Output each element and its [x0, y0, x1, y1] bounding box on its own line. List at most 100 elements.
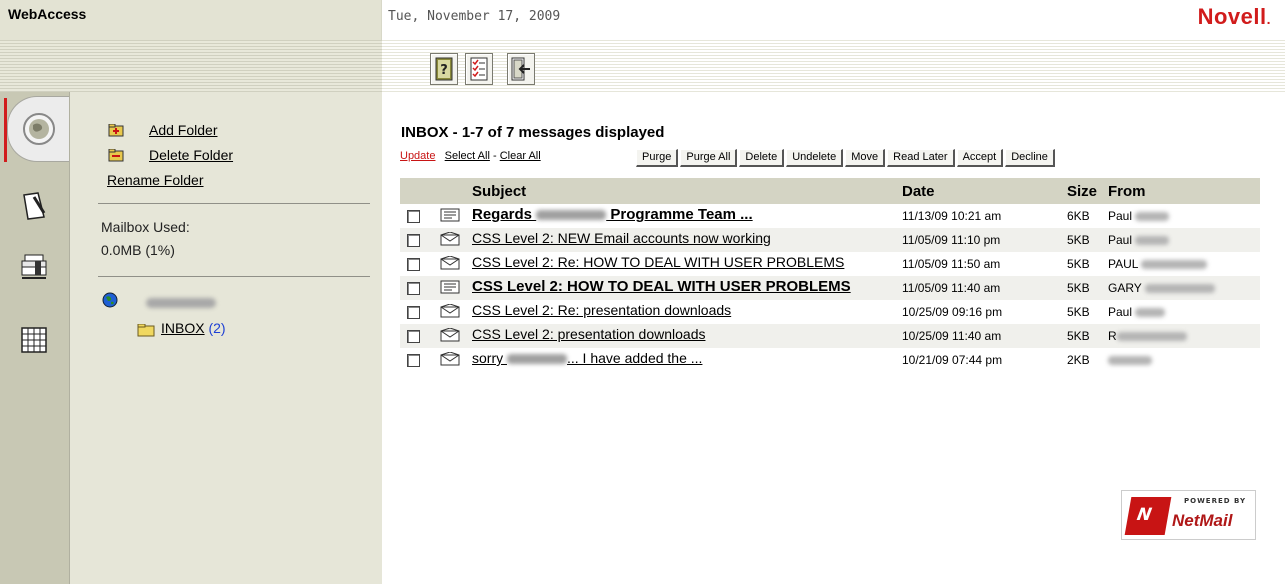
add-folder-link[interactable]: Add Folder: [149, 122, 217, 138]
undelete-button[interactable]: Undelete: [786, 149, 844, 167]
message-row[interactable]: CSS Level 2: Re: HOW TO DEAL WITH USER P…: [400, 252, 1260, 276]
move-button[interactable]: Move: [845, 149, 886, 167]
message-subject[interactable]: CSS Level 2: Re: presentation downloads: [472, 300, 902, 324]
select-all-link[interactable]: Select All: [445, 150, 490, 162]
message-from: GARY: [1108, 276, 1260, 300]
redacted: [507, 354, 567, 365]
col-subject[interactable]: Subject: [472, 178, 902, 204]
row-checkbox[interactable]: [407, 354, 420, 367]
row-checkbox-cell: [400, 252, 440, 276]
message-date: 11/05/09 11:50 am: [902, 257, 1001, 271]
delete-button[interactable]: Delete: [739, 149, 785, 167]
redacted: [1144, 284, 1215, 294]
nav-notes-tab[interactable]: [10, 182, 58, 230]
message-date: 10/21/09 07:44 pm: [902, 353, 1003, 367]
read-later-button[interactable]: Read Later: [887, 149, 955, 167]
message-row[interactable]: CSS Level 2: HOW TO DEAL WITH USER PROBL…: [400, 276, 1260, 300]
row-checkbox[interactable]: [407, 306, 420, 319]
folder-panel: Add Folder Delete Folder Rename Folder M…: [70, 92, 382, 584]
message-subject[interactable]: CSS Level 2: NEW Email accounts now work…: [472, 228, 902, 252]
message-subject-link[interactable]: CSS Level 2: HOW TO DEAL WITH USER PROBL…: [472, 278, 851, 295]
current-date: Tue, November 17, 2009: [388, 9, 561, 24]
message-row[interactable]: CSS Level 2: presentation downloads 10/2…: [400, 324, 1260, 348]
inbox-name[interactable]: INBOX: [161, 320, 205, 336]
col-date[interactable]: Date: [902, 178, 1067, 204]
message-from: Paul: [1108, 300, 1260, 324]
message-subject-link[interactable]: CSS Level 2: Re: HOW TO DEAL WITH USER P…: [472, 254, 844, 270]
rename-folder-link[interactable]: Rename Folder: [107, 172, 204, 188]
message-subject[interactable]: CSS Level 2: presentation downloads: [472, 324, 902, 348]
nav-mail-tab[interactable]: [7, 96, 69, 162]
row-checkbox-cell: [400, 228, 440, 252]
col-from[interactable]: From: [1108, 178, 1260, 204]
netmail-badge[interactable]: N POWERED BY NetMail: [1121, 490, 1256, 540]
message-subject[interactable]: CSS Level 2: Re: HOW TO DEAL WITH USER P…: [472, 252, 902, 276]
divider: [98, 203, 370, 204]
inbox-folder-link[interactable]: INBOX (2): [161, 320, 226, 336]
purge-all-button[interactable]: Purge All: [680, 149, 738, 167]
purge-button[interactable]: Purge: [636, 149, 679, 167]
row-checkbox[interactable]: [407, 210, 420, 223]
clear-all-link[interactable]: Clear All: [500, 150, 541, 162]
message-date: 10/25/09 09:16 pm: [902, 305, 1003, 319]
message-row[interactable]: CSS Level 2: NEW Email accounts now work…: [400, 228, 1260, 252]
subject-part[interactable]: sorry: [472, 350, 507, 366]
update-link[interactable]: Update: [400, 150, 435, 162]
exit-icon: [511, 57, 530, 81]
message-subject-link[interactable]: CSS Level 2: NEW Email accounts now work…: [472, 230, 771, 246]
message-row[interactable]: sorry ... I have added the ... 10/21/09 …: [400, 348, 1260, 372]
brand-box: WebAccess: [0, 0, 382, 92]
inbox-heading: INBOX - 1-7 of 7 messages displayed: [401, 124, 665, 141]
message-subject-link[interactable]: sorry ... I have added the ...: [472, 350, 702, 366]
message-subject-link[interactable]: Regards Programme Team ...: [472, 206, 753, 223]
message-date: 11/05/09 11:10 pm: [902, 228, 1067, 252]
read-message-icon: [440, 328, 460, 342]
message-row[interactable]: Regards Programme Team ... 11/13/09 10:2…: [400, 204, 1260, 228]
tasks-button[interactable]: [465, 53, 493, 85]
user-name-redacted: [146, 298, 216, 308]
read-message-icon: [440, 256, 460, 270]
help-button[interactable]: ?: [430, 53, 458, 85]
message-subject-link[interactable]: CSS Level 2: presentation downloads: [472, 326, 705, 342]
delete-folder-icon[interactable]: [108, 149, 124, 162]
read-message-icon: [440, 232, 460, 246]
message-size: 5KB: [1067, 228, 1108, 252]
row-checkbox[interactable]: [407, 282, 420, 295]
action-toolbar: Purge Purge All Delete Undelete Move Rea…: [636, 149, 1055, 167]
redacted: [1116, 332, 1187, 342]
app-title: WebAccess: [8, 6, 87, 22]
message-size: 2KB: [1067, 353, 1090, 367]
col-size[interactable]: Size: [1067, 178, 1108, 204]
row-checkbox[interactable]: [407, 234, 420, 247]
unread-message-icon: [440, 208, 460, 222]
nav-calendar-tab[interactable]: [10, 316, 58, 364]
header-bar: Tue, November 17, 2009 Novell. ?: [382, 0, 1285, 92]
accept-button[interactable]: Accept: [956, 149, 1004, 167]
read-message-icon: [440, 352, 460, 366]
row-checkbox[interactable]: [407, 258, 420, 271]
read-message-icon: [440, 304, 460, 318]
netmail-name: NetMail: [1172, 511, 1233, 530]
message-subject-link[interactable]: CSS Level 2: Re: presentation downloads: [472, 302, 731, 318]
message-date: 11/13/09 10:21 am: [902, 209, 1002, 223]
add-folder-icon[interactable]: [108, 124, 124, 137]
message-row[interactable]: CSS Level 2: Re: presentation downloads …: [400, 300, 1260, 324]
delete-folder-link[interactable]: Delete Folder: [149, 147, 233, 163]
message-size: 5KB: [1067, 257, 1090, 271]
row-icon-cell: [440, 348, 472, 372]
message-size: 5KB: [1067, 305, 1090, 319]
selection-links: Update Select All - Clear All: [400, 150, 541, 162]
decline-button[interactable]: Decline: [1005, 149, 1055, 167]
row-checkbox[interactable]: [407, 330, 420, 343]
nav-address-tab[interactable]: [10, 242, 58, 290]
subject-part[interactable]: Regards: [472, 206, 536, 223]
message-subject[interactable]: CSS Level 2: HOW TO DEAL WITH USER PROBL…: [472, 276, 902, 300]
message-subject[interactable]: Regards Programme Team ...: [472, 204, 902, 228]
subject-part[interactable]: Programme Team ...: [606, 206, 752, 223]
row-icon-cell: [440, 228, 472, 252]
message-subject[interactable]: sorry ... I have added the ...: [472, 348, 902, 372]
subject-part[interactable]: ... I have added the ...: [567, 350, 702, 366]
mailbox-used-label: Mailbox Used:: [101, 219, 190, 235]
exit-button[interactable]: [507, 53, 535, 85]
tasks-icon: [470, 57, 488, 81]
